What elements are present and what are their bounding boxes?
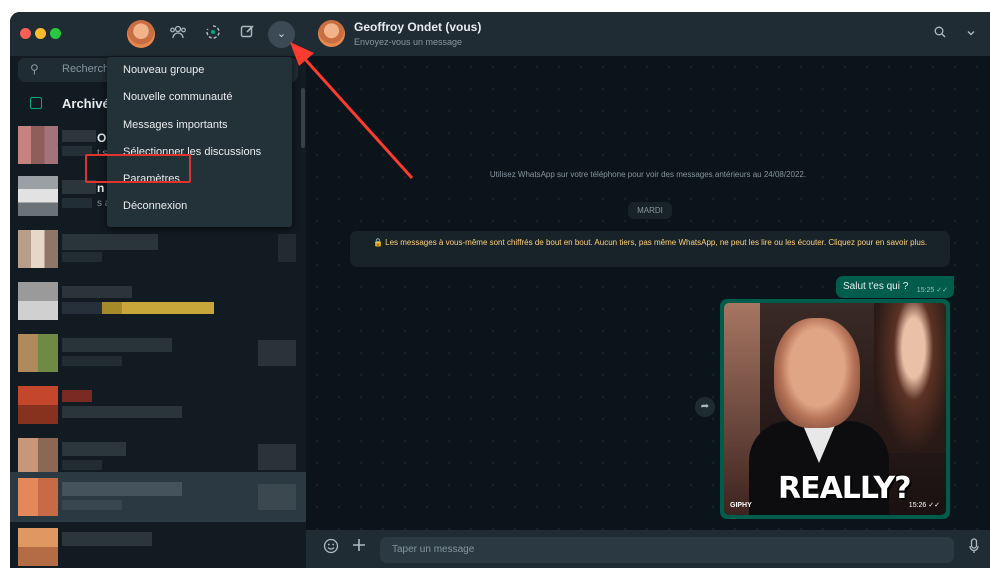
search-icon: ⚲ [30,62,39,76]
archive-icon [30,97,42,109]
conversation-header[interactable]: Geoffroy Ondet (vous) Envoyez-vous un me… [306,12,990,56]
profile-avatar[interactable] [127,20,155,48]
settings-highlight-box [85,154,191,183]
sidebar: ⌄ ⚲ Recherche Archivées Or t s n P s a [10,12,306,568]
status-icon[interactable] [202,24,224,46]
message-composer: Taper un message [306,530,990,568]
giphy-label: GIPHY [730,502,752,509]
emoji-icon[interactable] [323,538,339,559]
message-text: Salut t'es qui ? [843,281,909,292]
gif-time: 15:26 ✓✓ [908,502,940,509]
whatsapp-window: ⌄ ⚲ Recherche Archivées Or t s n P s a [10,12,990,568]
chat-list-item[interactable] [10,328,306,378]
gif-caption: REALLY? [778,471,911,506]
message-input[interactable]: Taper un message [380,537,954,563]
new-chat-icon[interactable] [236,24,258,46]
menu-item-new-community[interactable]: Nouvelle communauté [107,84,292,111]
chat-list-item-selected[interactable] [10,472,306,522]
chat-list-item[interactable] [10,522,306,568]
outgoing-message[interactable]: Salut t'es qui ? 15:25 ✓✓ [836,276,954,298]
forward-icon[interactable]: ➦ [695,397,715,417]
date-separator: MARDI [628,202,672,219]
search-icon[interactable] [934,26,946,41]
encryption-notice[interactable]: 🔒 Les messages à vous-même sont chiffrés… [350,231,950,267]
sidebar-header: ⌄ [10,12,306,56]
chevron-down-icon[interactable] [966,26,976,41]
close-window-button[interactable] [20,28,31,39]
gif-image[interactable]: REALLY? GIPHY 15:26 ✓✓ [724,303,946,515]
contact-subtitle: Envoyez-vous un message [354,37,463,47]
contact-avatar[interactable] [318,20,345,47]
outgoing-gif-message[interactable]: REALLY? GIPHY 15:26 ✓✓ [720,299,950,519]
menu-item-logout[interactable]: Déconnexion [107,193,292,220]
community-icon[interactable] [167,24,189,46]
maximize-window-button[interactable] [50,28,61,39]
chat-list-item[interactable] [10,380,306,430]
contact-name: Geoffroy Ondet (vous) [354,20,482,34]
history-notice: Utilisez WhatsApp sur votre téléphone po… [489,170,807,179]
dropdown-menu: Nouveau groupe Nouvelle communauté Messa… [107,57,292,227]
chevron-down-icon[interactable]: ⌄ [268,21,295,48]
menu-item-new-group[interactable]: Nouveau groupe [107,57,292,84]
mic-icon[interactable] [969,538,979,559]
conversation-pane: Geoffroy Ondet (vous) Envoyez-vous un me… [306,12,990,568]
message-input-placeholder: Taper un message [392,544,475,555]
chat-list-item[interactable] [10,276,306,326]
menu-item-starred-messages[interactable]: Messages importants [107,112,292,139]
chat-list-item[interactable] [10,224,306,274]
minimize-window-button[interactable] [35,28,46,39]
plus-icon[interactable] [352,538,366,557]
message-time: 15:25 ✓✓ [916,287,948,294]
